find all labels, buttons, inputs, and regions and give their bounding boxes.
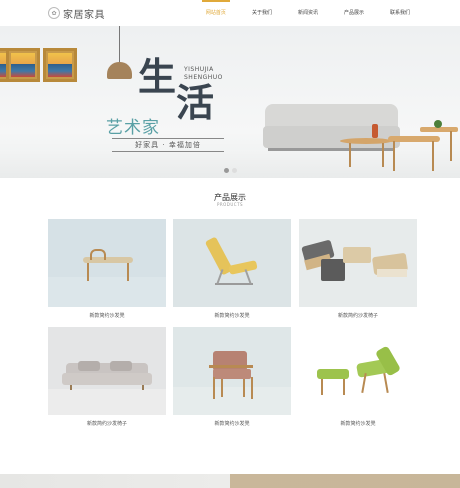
banner-floor: [0, 150, 460, 178]
product-caption[interactable]: 新款简约沙发凳: [173, 420, 291, 427]
products-subtitle: PRODUCTS: [216, 202, 244, 207]
product-image[interactable]: [173, 219, 291, 307]
table-leg: [349, 143, 351, 167]
site-header: ✿ 家居家具 网站首页 关于我们 新闻资讯 产品展示 联系我们: [0, 0, 460, 27]
table-leg: [393, 141, 395, 171]
slider-dots: [224, 168, 240, 173]
product-card[interactable]: 新款简约沙发凳: [173, 219, 291, 319]
main-nav: 网站首页 关于我们 新闻资讯 产品展示 联系我们: [180, 0, 410, 26]
logo-text: 家居家具: [63, 9, 105, 21]
pendant-lamp: [107, 62, 132, 79]
plant-decor: [434, 120, 442, 128]
banner-title-char-2: 活: [176, 80, 215, 125]
slider-dot-2[interactable]: [232, 168, 237, 173]
logo[interactable]: ✿ 家居家具: [48, 5, 105, 21]
banner-tagline: 好家具 · 幸福加倍: [112, 138, 224, 152]
nav-news[interactable]: 新闻资讯: [298, 0, 318, 26]
nav-about[interactable]: 关于我们: [252, 0, 272, 26]
product-card[interactable]: 新款简约沙发椅子: [299, 219, 417, 319]
wall-painting: [43, 48, 77, 82]
banner-subtitle: 艺术家: [106, 118, 160, 138]
slider-dot-1[interactable]: [224, 168, 229, 173]
product-image[interactable]: [299, 327, 417, 415]
banner-sofa-legs: [268, 148, 395, 151]
product-caption[interactable]: 新款简约沙发椅子: [48, 420, 166, 427]
bottle-decor: [372, 124, 378, 138]
product-card[interactable]: 新款简约沙发凳: [173, 327, 291, 427]
product-image[interactable]: [48, 327, 166, 415]
product-image[interactable]: [173, 327, 291, 415]
product-card[interactable]: 新款简约沙发凳: [299, 327, 417, 427]
banner-sofa-seat: [263, 126, 400, 148]
product-image[interactable]: [299, 219, 417, 307]
nav-home[interactable]: 网站首页: [201, 0, 230, 26]
logo-icon: ✿: [48, 7, 60, 19]
table-leg: [432, 141, 434, 171]
product-image[interactable]: [48, 219, 166, 307]
product-caption[interactable]: 新款简约沙发椅子: [299, 312, 417, 319]
banner-title-char-1: 生: [138, 54, 177, 99]
footer-strip: [0, 474, 460, 488]
table-leg: [450, 131, 452, 161]
nav-contact[interactable]: 联系我们: [390, 0, 410, 26]
lamp-cord: [119, 26, 120, 62]
banner-pinyin-1: YISHUJIA: [184, 66, 214, 73]
nav-products[interactable]: 产品展示: [344, 0, 364, 26]
table-leg: [382, 143, 384, 167]
product-caption[interactable]: 新款简约沙发凳: [48, 312, 166, 319]
product-caption[interactable]: 新款简约沙发凳: [173, 312, 291, 319]
wall-painting: [6, 48, 40, 82]
side-table: [340, 138, 392, 144]
hero-banner[interactable]: 生 YISHUJIA SHENGHUO 活 艺术家 好家具 · 幸福加倍: [0, 26, 460, 178]
product-card[interactable]: 新款简约沙发凳: [48, 219, 166, 319]
product-caption[interactable]: 新款简约沙发凳: [299, 420, 417, 427]
product-card[interactable]: 新款简约沙发椅子: [48, 327, 166, 427]
